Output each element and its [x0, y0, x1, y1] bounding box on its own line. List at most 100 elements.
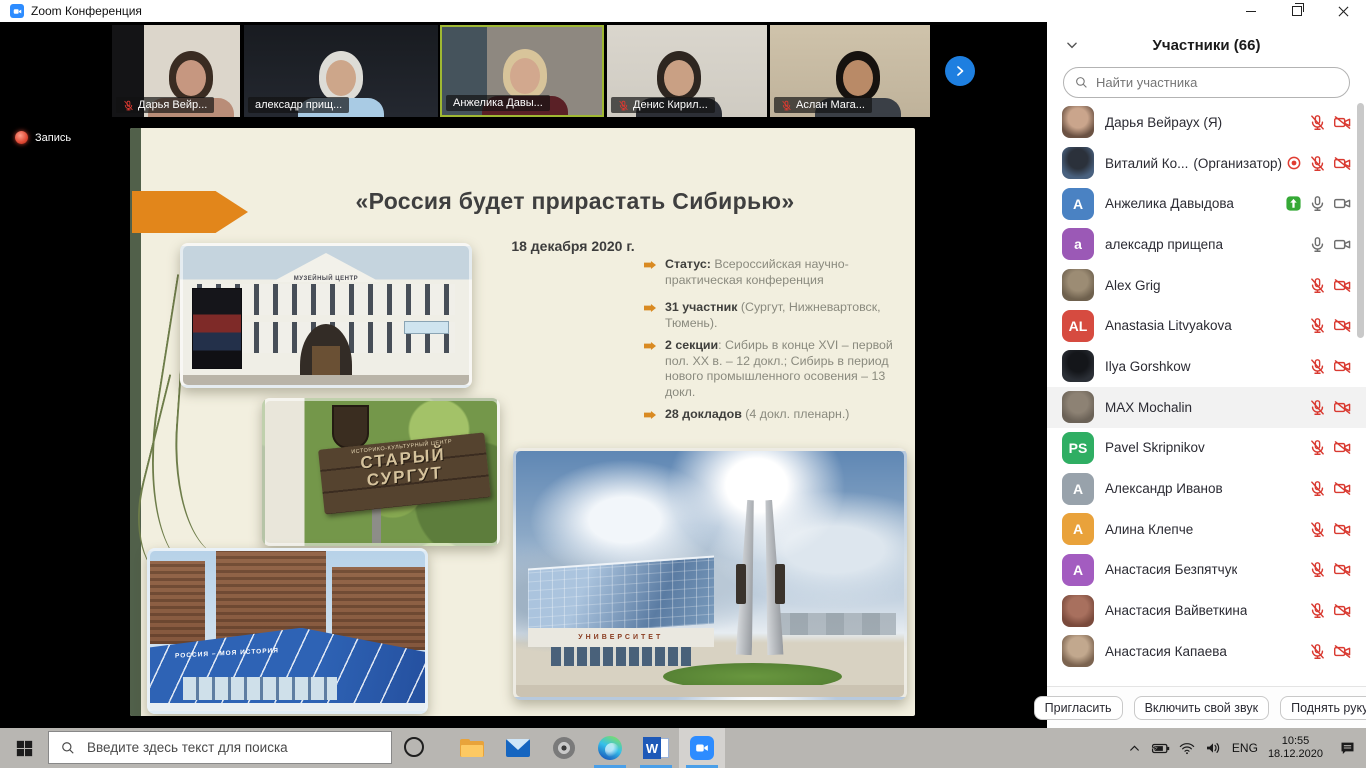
participant-photo-avatar: [1062, 595, 1094, 627]
system-tray: ENG 10:55 18.12.2020: [1122, 728, 1366, 768]
monument-figure: [775, 564, 785, 603]
participant-name: Анжелика Давыдова: [1105, 196, 1234, 211]
participant-row[interactable]: ALAnastasia Litvyakova: [1047, 305, 1366, 346]
slide-arrow-decoration: [132, 191, 248, 233]
participant-row[interactable]: Анастасия Капаева: [1047, 631, 1366, 672]
taskbar-clock[interactable]: 10:55 18.12.2020: [1268, 735, 1323, 761]
unmute-self-button[interactable]: Включить свой звук: [1134, 696, 1270, 720]
participant-photo-avatar: [1062, 635, 1094, 667]
mic-muted-icon: [1309, 155, 1326, 172]
window-title: Zoom Конференция: [31, 4, 142, 18]
participant-search-input[interactable]: [1094, 74, 1318, 91]
tile-participant-name: Анжелика Давы...: [453, 97, 543, 109]
bullet-text: 2 секции: Сибирь в конце XVI – первой по…: [665, 338, 907, 400]
camera-off-icon: [1333, 561, 1352, 578]
camera-off-icon: [1333, 643, 1352, 660]
meeting-stage: Дарья Вейр... алексадр прищ... Анжелика Да…: [0, 22, 1047, 728]
tile-participant-name: Дарья Вейр...: [138, 99, 207, 111]
participant-row[interactable]: aалексадр прищепа: [1047, 224, 1366, 265]
participant-name: Анастасия Безпятчук: [1105, 562, 1237, 577]
mic-muted-icon: [1309, 602, 1326, 619]
language-indicator[interactable]: ENG: [1232, 741, 1258, 755]
participant-name: Александр Иванов: [1105, 481, 1223, 496]
start-button[interactable]: [0, 728, 48, 768]
raise-hand-button[interactable]: Поднять руку: [1280, 696, 1366, 720]
taskbar-search-input[interactable]: [85, 739, 369, 756]
zoom-taskbar-icon[interactable]: [679, 728, 725, 768]
participant-row[interactable]: Дарья Вейраух (Я): [1047, 102, 1366, 143]
taskbar-search[interactable]: [48, 731, 392, 764]
participant-status-icons: [1309, 114, 1352, 131]
participants-footer: Пригласить Включить свой звук Поднять ру…: [1047, 686, 1366, 729]
old-surgut-sign-photo: ИСТОРИКО-КУЛЬТУРНЫЙ ЦЕНТР СТАРЫЙ СУРГУТ: [262, 398, 500, 546]
participant-status-icons: [1286, 155, 1352, 172]
camera-off-icon: [1333, 358, 1352, 375]
university-glass-building: [528, 555, 714, 636]
participant-row[interactable]: Анастасия Вайветкина: [1047, 590, 1366, 631]
volume-icon[interactable]: [1200, 741, 1226, 755]
file-explorer-icon[interactable]: [449, 728, 495, 768]
participant-row[interactable]: AАлина Клепче: [1047, 509, 1366, 550]
audio-app-icon[interactable]: [541, 728, 587, 768]
participant-row[interactable]: Виталий Ко...(Организатор): [1047, 143, 1366, 184]
participant-row[interactable]: PSPavel Skripnikov: [1047, 428, 1366, 469]
scrollbar-thumb[interactable]: [1357, 103, 1364, 338]
bullet-arrow-icon: [644, 304, 656, 312]
presentation-slide: «Россия будет прирастать Сибирью» 18 дек…: [130, 128, 915, 716]
participant-name: Дарья Вейраух (Я): [1105, 115, 1222, 130]
participant-search[interactable]: [1063, 67, 1350, 98]
museum-base: [183, 375, 469, 385]
video-tile[interactable]: Аслан Мага...: [770, 25, 930, 117]
mic-muted-icon: [1309, 358, 1326, 375]
participant-status-icons: [1309, 399, 1352, 416]
participant-photo-avatar: [1062, 106, 1094, 138]
monument-figure: [736, 564, 746, 603]
video-tile-name-label: алексадр прищ...: [248, 97, 349, 113]
university-entrance: [551, 647, 691, 667]
plaza: [516, 685, 904, 697]
video-tile-name-label: Дарья Вейр...: [116, 97, 214, 113]
restore-button[interactable]: [1274, 0, 1320, 22]
video-tile[interactable]: Анжелика Давы...: [440, 25, 604, 117]
participant-row[interactable]: AАнжелика Давыдова: [1047, 183, 1366, 224]
tile-participant-name: Аслан Мага...: [796, 99, 865, 111]
participant-status-icons: [1285, 195, 1352, 212]
mic-on-icon: [1309, 236, 1326, 253]
recording-label: Запись: [35, 132, 71, 144]
edge-browser-icon[interactable]: [587, 728, 633, 768]
battery-icon[interactable]: [1148, 742, 1174, 755]
video-tile[interactable]: Дарья Вейр...: [112, 25, 240, 117]
slide-title: «Россия будет прирастать Сибирью»: [245, 188, 905, 215]
university-photo: УНИВЕРСИТЕТ: [513, 448, 907, 700]
mail-icon[interactable]: [495, 728, 541, 768]
word-icon[interactable]: W: [633, 728, 679, 768]
close-button[interactable]: [1320, 0, 1366, 22]
video-tile-name-label: Аслан Мага...: [774, 97, 872, 113]
record-dot-icon: [15, 131, 28, 144]
next-videos-button[interactable]: [945, 56, 975, 86]
wifi-icon[interactable]: [1174, 742, 1200, 755]
video-tile[interactable]: Денис Кирил...: [607, 25, 767, 117]
camera-off-icon: [1333, 602, 1352, 619]
minimize-button[interactable]: [1228, 0, 1274, 22]
participant-initials-avatar: A: [1062, 473, 1094, 505]
participant-photo-avatar: [1062, 147, 1094, 179]
action-center-icon[interactable]: [1339, 740, 1356, 756]
museum-blue-sign: [404, 321, 449, 334]
university-sign-band: УНИВЕРСИТЕТ: [528, 628, 714, 646]
video-tile[interactable]: алексадр прищ...: [244, 25, 438, 117]
participants-header: Участники (66): [1047, 32, 1366, 62]
camera-off-icon: [1333, 317, 1352, 334]
mic-muted-icon: [1309, 643, 1326, 660]
cortana-button[interactable]: [404, 737, 424, 757]
participant-row[interactable]: Alex Grig: [1047, 265, 1366, 306]
bullet-arrow-icon: [644, 411, 656, 419]
glass-entrance: [183, 677, 337, 699]
invite-button[interactable]: Пригласить: [1034, 696, 1123, 720]
bullet-text: 28 докладов (4 докл. пленарн.): [665, 407, 907, 423]
participant-row[interactable]: AАнастасия Безпятчук: [1047, 550, 1366, 591]
tray-chevron-up-icon[interactable]: [1122, 742, 1148, 755]
participant-row[interactable]: MAX Mochalin: [1047, 387, 1366, 428]
participant-row[interactable]: A Александр Иванов: [1047, 468, 1366, 509]
participant-row[interactable]: Ilya Gorshkow: [1047, 346, 1366, 387]
